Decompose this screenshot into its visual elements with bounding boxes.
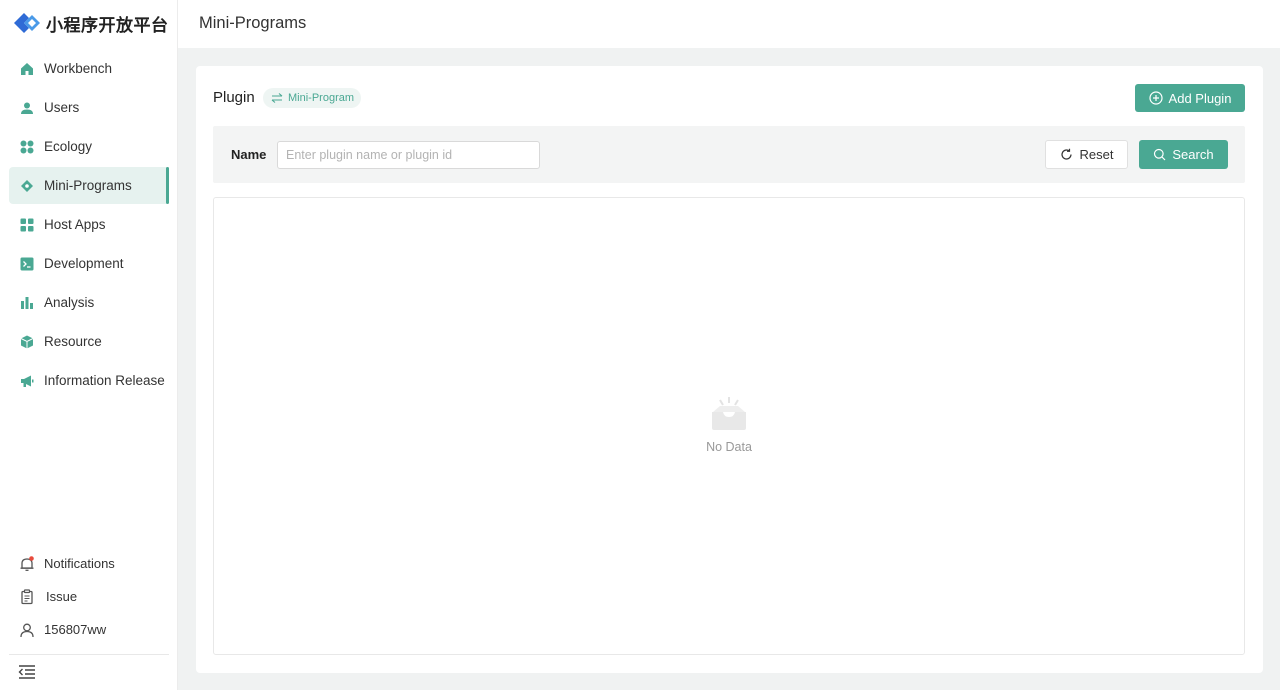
sidebar-item-workbench[interactable]: Workbench <box>9 50 169 87</box>
logo[interactable]: 小程序开放平台 <box>12 10 169 36</box>
sidebar-divider <box>9 654 169 655</box>
logo-icon <box>14 13 40 33</box>
sidebar-item-label: Analysis <box>44 295 95 310</box>
sidebar-item-information-release[interactable]: Information Release <box>9 362 169 399</box>
add-plugin-button[interactable]: Add Plugin <box>1135 84 1245 112</box>
user-name: 156807ww <box>44 622 107 637</box>
empty-state: No Data <box>214 396 1244 454</box>
sidebar-item-label: Development <box>44 256 124 271</box>
search-icon <box>1154 148 1166 161</box>
page-title: Mini-Programs <box>199 14 307 32</box>
search-button[interactable]: Search <box>1139 140 1228 169</box>
issue-label: Issue <box>46 589 78 604</box>
logo-text: 小程序开放平台 <box>46 15 169 36</box>
notifications-link[interactable]: Notifications <box>9 547 169 580</box>
sidebar: 小程序开放平台 Workbench Users Ecology Mini-Pro… <box>0 0 178 690</box>
sidebar-item-label: Users <box>44 100 80 115</box>
reset-label: Reset <box>1079 147 1114 162</box>
refresh-icon <box>1060 148 1072 160</box>
notifications-label: Notifications <box>44 556 115 571</box>
issue-link[interactable]: Issue <box>9 580 169 613</box>
megaphone-icon <box>19 373 35 389</box>
plugin-table: No Data <box>213 197 1245 655</box>
sidebar-item-host-apps[interactable]: Host Apps <box>9 206 169 243</box>
plugin-name-input[interactable] <box>277 141 540 169</box>
empty-text: No Data <box>706 440 752 454</box>
tag-label: Mini-Program <box>288 92 355 104</box>
sidebar-item-label: Mini-Programs <box>44 178 132 193</box>
person-outline-icon <box>19 622 35 638</box>
bar-chart-icon <box>19 295 35 311</box>
sidebar-item-label: Host Apps <box>44 217 106 232</box>
user-icon <box>19 100 35 116</box>
sidebar-item-users[interactable]: Users <box>9 89 169 126</box>
collapse-menu-icon[interactable] <box>18 664 36 680</box>
diamond-icon <box>19 178 35 194</box>
search-label: Search <box>1172 147 1214 162</box>
terminal-icon <box>19 256 35 272</box>
name-label: Name <box>231 147 267 162</box>
sidebar-item-label: Ecology <box>44 139 93 154</box>
sidebar-bottom: Notifications Issue 156807ww <box>9 547 169 646</box>
dots-grid-icon <box>19 139 35 155</box>
switch-type-tag[interactable]: Mini-Program <box>263 88 362 108</box>
bell-icon <box>19 555 35 572</box>
sidebar-nav: Workbench Users Ecology Mini-Programs Ho… <box>9 50 169 401</box>
filter-bar: Name Reset Search <box>213 126 1245 183</box>
sidebar-item-development[interactable]: Development <box>9 245 169 282</box>
sidebar-item-label: Information Release <box>44 373 165 388</box>
sidebar-item-label: Resource <box>44 334 102 349</box>
home-icon <box>19 61 35 77</box>
top-header: Mini-Programs <box>178 0 1280 48</box>
add-plugin-label: Add Plugin <box>1168 90 1232 106</box>
clipboard-icon <box>19 588 35 605</box>
plugin-card: Plugin Mini-Program Add Plugin Name Rese… <box>196 66 1263 673</box>
user-account-link[interactable]: 156807ww <box>9 613 169 646</box>
card-title: Plugin <box>213 89 255 106</box>
cube-icon <box>19 334 35 350</box>
sidebar-item-ecology[interactable]: Ecology <box>9 128 169 165</box>
sidebar-item-label: Workbench <box>44 61 113 76</box>
plus-circle-icon <box>1148 91 1163 105</box>
sidebar-item-resource[interactable]: Resource <box>9 323 169 360</box>
empty-inbox-icon <box>712 397 746 430</box>
sidebar-item-mini-programs[interactable]: Mini-Programs <box>9 167 169 204</box>
apps-grid-icon <box>19 217 35 233</box>
reset-button[interactable]: Reset <box>1045 140 1128 169</box>
swap-icon <box>271 93 283 103</box>
sidebar-item-analysis[interactable]: Analysis <box>9 284 169 321</box>
